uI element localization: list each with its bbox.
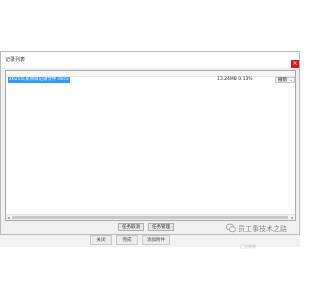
wechat-logo-icon	[226, 223, 236, 233]
row-file-name[interactable]: 2025年某项目记录文件.docx	[8, 77, 70, 83]
row-file-size: 13.24MB 0.13%	[217, 77, 253, 82]
close-icon[interactable]: ×	[291, 60, 299, 68]
horizontal-scrollbar[interactable]: ◂ ▸	[6, 214, 295, 220]
dialog-titlebar[interactable]: 记录列表	[1, 52, 299, 68]
dialog-title: 记录列表	[5, 57, 26, 63]
arrow-right-icon[interactable]: ▸	[290, 215, 295, 220]
row-action-label: 撤销	[278, 78, 287, 83]
arrow-left-icon[interactable]: ◂	[6, 215, 11, 220]
list-item[interactable]: 2025年某项目记录文件.docx 13.24MB 0.13% 撤销 ⌄	[7, 77, 295, 83]
watermark-subtext: 汇信教教	[240, 244, 256, 249]
cancel-task-button[interactable]: 任务取消	[118, 223, 144, 231]
background-button-add-attachment[interactable]: 添加附件	[142, 235, 170, 245]
chevron-down-icon[interactable]: ⌄	[290, 77, 293, 83]
manage-task-button[interactable]: 任务管理	[148, 223, 174, 231]
record-list[interactable]: 2025年某项目记录文件.docx 13.24MB 0.13% 撤销 ⌄ ◂ ▸	[5, 70, 296, 221]
row-action-dropdown[interactable]: 撤销 ⌄	[275, 77, 295, 83]
screen: 关闭 完成 添加附件 记录列表 × 2025年某项目记录文件.docx 13.2…	[0, 0, 300, 300]
record-list-dialog: 记录列表 × 2025年某项目记录文件.docx 13.24MB 0.13% 撤…	[0, 51, 300, 235]
scrollbar-thumb[interactable]	[12, 216, 288, 219]
background-button-done[interactable]: 完成	[116, 235, 138, 245]
background-button-close[interactable]: 关闭	[90, 235, 112, 245]
watermark-text: 员工事技术之路	[238, 225, 287, 233]
